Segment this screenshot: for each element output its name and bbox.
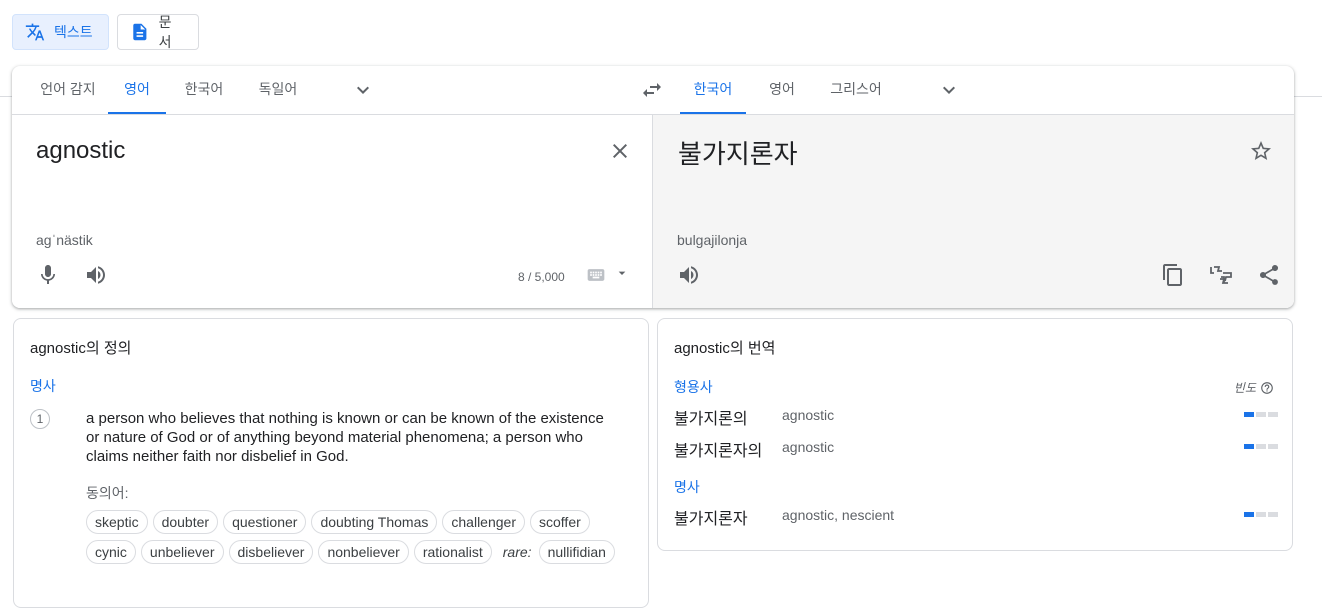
text-mode-label: 텍스트 — [54, 24, 93, 40]
copy-icon[interactable] — [1161, 263, 1185, 287]
language-bar: 언어 감지 영어 한국어 독일어 한국어 영어 그리스어 — [12, 66, 1294, 115]
documents-mode-label: 문서 — [158, 14, 172, 50]
text-mode-button[interactable]: 텍스트 — [12, 14, 109, 50]
frequency-segment — [1244, 412, 1254, 417]
translation-part-of-speech: 명사 — [674, 479, 700, 495]
target-listen-speaker-icon[interactable] — [677, 263, 701, 287]
target-lang-greek[interactable]: 그리스어 — [818, 66, 894, 114]
frequency-header: 빈도 — [1234, 379, 1274, 396]
target-lang-english[interactable]: 영어 — [756, 66, 808, 114]
back-translation: agnostic — [782, 407, 835, 423]
synonym-chip[interactable]: rationalist — [413, 540, 492, 564]
synonyms-label: 동의어: — [86, 485, 129, 501]
source-more-langs-chevron-down-icon[interactable] — [351, 78, 375, 102]
back-translation: agnostic — [782, 439, 835, 455]
frequency-segment — [1268, 444, 1278, 449]
translation-row[interactable]: 불가지론의 agnostic — [674, 403, 1278, 428]
source-lang-english[interactable]: 영어 — [108, 66, 166, 114]
keyboard-icon[interactable] — [586, 265, 606, 285]
keyboard-options-caret-down-icon[interactable] — [614, 265, 630, 281]
synonym-row: skeptic doubter questioner doubting Thomas c… — [86, 510, 626, 534]
help-icon[interactable] — [1260, 381, 1274, 395]
target-pane: 불가지론자 bulgajilonja — [652, 115, 1294, 308]
frequency-segment — [1256, 412, 1266, 417]
definition-number: 1 — [30, 409, 50, 429]
source-phonetic: agˈnästik — [36, 232, 93, 248]
documents-mode-button[interactable]: 문서 — [117, 14, 199, 50]
document-icon — [133, 23, 147, 41]
source-text-input[interactable]: agnostic — [36, 137, 125, 165]
source-lang-detect[interactable]: 언어 감지 — [28, 66, 108, 114]
synonym-chip[interactable]: nullifidian — [538, 540, 615, 564]
translation-word: 불가지론의 — [674, 411, 748, 428]
synonym-chip[interactable]: doubting Thomas — [311, 510, 438, 534]
target-romanization: bulgajilonja — [677, 232, 748, 248]
source-pane[interactable]: agnostic agˈnästik 8 / 5,000 — [12, 115, 652, 308]
frequency-bar — [1244, 412, 1278, 417]
source-lang-korean[interactable]: 한국어 — [170, 66, 238, 114]
target-more-langs-chevron-down-icon[interactable] — [937, 78, 961, 102]
share-icon[interactable] — [1257, 263, 1281, 287]
target-lang-korean[interactable]: 한국어 — [680, 66, 746, 114]
definition-text: a person who believes that nothing is kn… — [86, 410, 604, 465]
source-listen-speaker-icon[interactable] — [84, 263, 108, 287]
synonym-chip[interactable]: challenger — [442, 510, 525, 534]
translation-row[interactable]: 불가지론자의 agnostic — [674, 435, 1278, 460]
frequency-label: 빈도 — [1233, 381, 1256, 395]
synonym-chip[interactable]: disbeliever — [228, 540, 314, 564]
synonym-chips: skeptic doubter questioner doubting Thomas c… — [86, 510, 626, 570]
synonym-chip[interactable]: skeptic — [86, 510, 148, 534]
back-translation: agnostic, nescient — [782, 507, 895, 523]
source-lang-german[interactable]: 독일어 — [244, 66, 312, 114]
microphone-icon[interactable] — [36, 263, 60, 287]
translation-output: 불가지론자 — [678, 139, 798, 169]
translation-word: 불가지론자의 — [674, 443, 763, 460]
translator-card: 언어 감지 영어 한국어 독일어 한국어 영어 그리스어 agnostic ag… — [12, 66, 1294, 308]
translation-word: 불가지론자 — [674, 511, 748, 528]
synonym-chip[interactable]: cynic — [86, 540, 136, 564]
swap-languages-icon[interactable] — [640, 78, 664, 102]
frequency-segment — [1256, 444, 1266, 449]
synonym-chip[interactable]: questioner — [223, 510, 307, 534]
rate-feedback-icon[interactable] — [1209, 263, 1233, 287]
translations-panel: agnostic의 번역 빈도 형용사불가지론의 agnostic 불가지론자의 ag… — [657, 318, 1293, 551]
definitions-title: agnostic의 정의 — [30, 340, 132, 357]
translate-icon — [25, 23, 45, 41]
definitions-panel: agnostic의 정의 명사 1 a person who believes … — [13, 318, 649, 608]
frequency-bar — [1244, 512, 1278, 517]
synonym-chip[interactable]: doubter — [152, 510, 219, 534]
synonym-chip[interactable]: nonbeliever — [318, 540, 409, 564]
definition-part-of-speech: 명사 — [30, 378, 56, 394]
frequency-segment — [1268, 412, 1278, 417]
frequency-segment — [1268, 512, 1278, 517]
save-star-icon[interactable] — [1249, 139, 1273, 163]
frequency-segment — [1256, 512, 1266, 517]
synonym-chip[interactable]: scoffer — [530, 510, 590, 534]
frequency-segment — [1244, 444, 1254, 449]
clear-close-icon[interactable] — [608, 139, 632, 163]
rare-label: rare: — [502, 544, 532, 560]
synonym-chip[interactable]: unbeliever — [140, 540, 224, 564]
frequency-segment — [1244, 512, 1254, 517]
synonym-row: cynic unbeliever disbeliever nonbeliever rat… — [86, 540, 626, 564]
translation-row[interactable]: 불가지론자 agnostic, nescient — [674, 503, 1278, 528]
character-counter: 8 / 5,000 — [518, 270, 565, 284]
translation-part-of-speech: 형용사 — [674, 379, 713, 395]
frequency-bar — [1244, 444, 1278, 449]
translations-title: agnostic의 번역 — [674, 340, 776, 357]
